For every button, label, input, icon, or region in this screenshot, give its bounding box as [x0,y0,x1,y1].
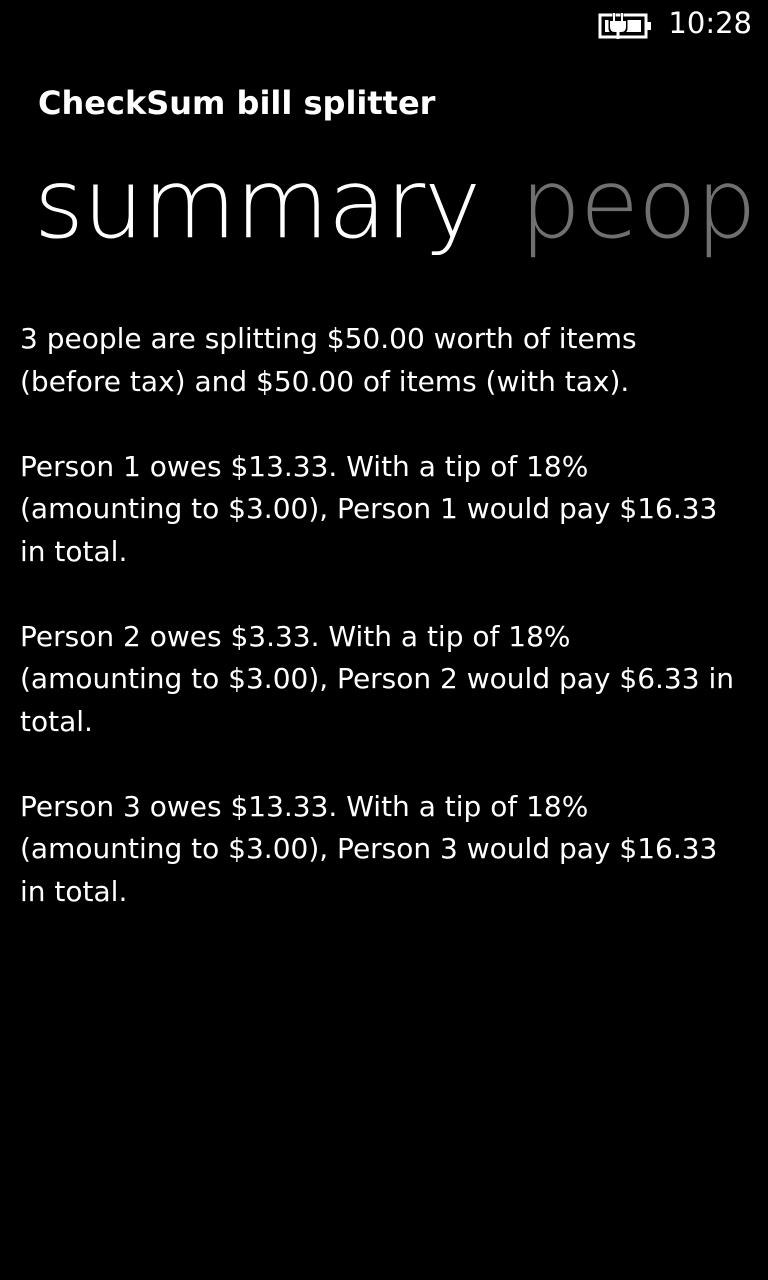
pivot-tab-people[interactable]: peop [520,148,750,260]
status-clock: 10:28 [668,6,752,40]
summary-content: 3 people are splitting $50.00 worth of i… [20,318,740,956]
battery-charging-icon [598,12,651,39]
person-2-summary: Person 2 owes $3.33. With a tip of 18% (… [20,619,734,738]
pivot-tab-summary[interactable]: summary [34,148,481,260]
app-title: CheckSum bill splitter [38,84,436,122]
summary-intro: 3 people are splitting $50.00 worth of i… [20,322,637,398]
person-1-summary: Person 1 owes $13.33. With a tip of 18% … [20,449,718,568]
pivot-header: summary peop [34,148,750,278]
person-3-summary: Person 3 owes $13.33. With a tip of 18% … [20,789,718,908]
status-bar: 10:28 [0,0,768,50]
